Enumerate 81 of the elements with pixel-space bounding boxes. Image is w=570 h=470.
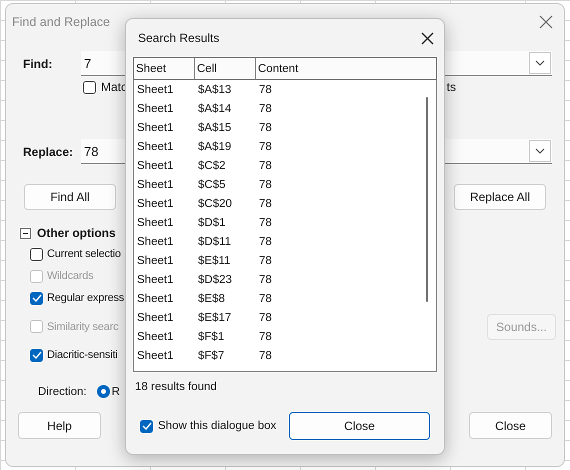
replace-all-button[interactable]: Replace All [454, 184, 546, 210]
table-cell-text: Sheet1 [136, 102, 174, 114]
table-cell-text: 78 [258, 140, 273, 152]
find-all-button[interactable]: Find All [24, 184, 116, 210]
table-cell-text: Sheet1 [136, 198, 174, 210]
dropdown-button[interactable] [529, 140, 551, 162]
table-cell-text: $C$5 [197, 178, 226, 190]
table-cell-text: $F$1 [197, 330, 226, 342]
table-cell-text: 78 [258, 330, 273, 342]
table-cell-text: 78 [258, 216, 273, 228]
table-cell-text: $A$15 [197, 122, 232, 134]
radio-button[interactable] [96, 385, 110, 398]
checkbox-label: Diacritic-sensiti [47, 349, 118, 361]
table-cell-text: 78 [258, 254, 273, 266]
checkbox-label: Show this dialogue box [158, 420, 276, 432]
window-title: Find and Replace [12, 15, 110, 29]
table-cell-text: $D$11 [197, 236, 232, 248]
results-count: 18 results found [134, 381, 218, 393]
table-cell-text: Sheet1 [136, 312, 174, 324]
table-cell-text: $A$13 [197, 84, 232, 96]
table-cell-text: 78 [258, 274, 273, 286]
table-cell-text: $D$23 [197, 274, 233, 286]
table-cell-text: 78 [258, 122, 273, 134]
checkbox-label: Current selectio [47, 248, 121, 260]
chevron-down-icon [535, 60, 545, 66]
table-cell-text: 78 [258, 198, 273, 210]
table-cell-text: Sheet1 [136, 274, 174, 286]
table-cell-text: 78 [258, 236, 273, 248]
table-cell-text: $A$14 [197, 102, 232, 114]
table-cell-text: 78 [258, 84, 273, 96]
table-cell-text: 78 [258, 102, 273, 114]
column-header[interactable]: Cell [195, 58, 256, 79]
close-icon[interactable] [421, 32, 434, 44]
table-cell-text: Sheet1 [136, 236, 174, 248]
table-cell-text: $C$20 [197, 198, 233, 210]
table-cell-text: $D$1 [197, 216, 226, 228]
table-cell-text: Sheet1 [136, 254, 174, 266]
help-button[interactable]: Help [18, 412, 101, 439]
table-cell-text: 78 [258, 350, 273, 362]
checkbox[interactable] [140, 420, 153, 432]
table-cell-text: Sheet1 [136, 178, 174, 190]
table-cell-text: $E$11 [197, 254, 232, 266]
scrollbar-thumb[interactable] [426, 97, 428, 302]
replace-label: Replace: [23, 144, 74, 158]
column-header[interactable]: Content [256, 58, 436, 79]
table-cell-text: Sheet1 [136, 330, 174, 342]
collapse-icon[interactable] [20, 228, 31, 238]
table-cell-text: 78 [258, 312, 273, 324]
column-header[interactable]: Sheet [134, 58, 195, 79]
section-label: Other options [37, 226, 116, 240]
close-button[interactable]: Close [469, 412, 552, 439]
checkbox[interactable] [30, 292, 43, 304]
table-cell-text: $F$7 [197, 350, 226, 362]
checkbox[interactable] [83, 80, 96, 94]
table-cell-text: Sheet1 [136, 292, 174, 304]
table-cell-text: $E$8 [197, 292, 226, 304]
checkbox[interactable] [30, 248, 43, 260]
find-label: Find: [23, 56, 54, 70]
table-cell-text: 78 [258, 160, 273, 172]
direction-label: Direction: [38, 386, 87, 398]
checkbox-label: Regular express [47, 292, 124, 304]
table-cell-text: Sheet1 [136, 216, 174, 228]
table-cell-text: Sheet1 [136, 350, 174, 362]
chevron-down-icon [535, 148, 545, 154]
table-cell-text: Sheet1 [136, 122, 174, 134]
radio-label: R [112, 386, 120, 398]
checkbox[interactable] [30, 348, 43, 362]
table-cell-text: $E$17 [197, 312, 232, 324]
table-cell-text: 78 [258, 178, 273, 190]
checkbox-label: Similarity searc [47, 320, 118, 332]
dropdown-button[interactable] [529, 52, 551, 74]
dialog-title: Search Results [138, 31, 220, 45]
table-cell-text: Sheet1 [136, 140, 174, 152]
table-cell-text: 78 [258, 292, 273, 304]
table-cell-text: $A$19 [197, 140, 232, 152]
table-cell-text: $C$2 [197, 160, 226, 172]
table-cell-text: Sheet1 [136, 84, 174, 96]
table-cell-text: Sheet1 [136, 160, 174, 172]
close-button[interactable]: Close [289, 412, 430, 440]
checkbox-label: Wildcards [47, 270, 94, 282]
option-label: ts [446, 80, 456, 94]
